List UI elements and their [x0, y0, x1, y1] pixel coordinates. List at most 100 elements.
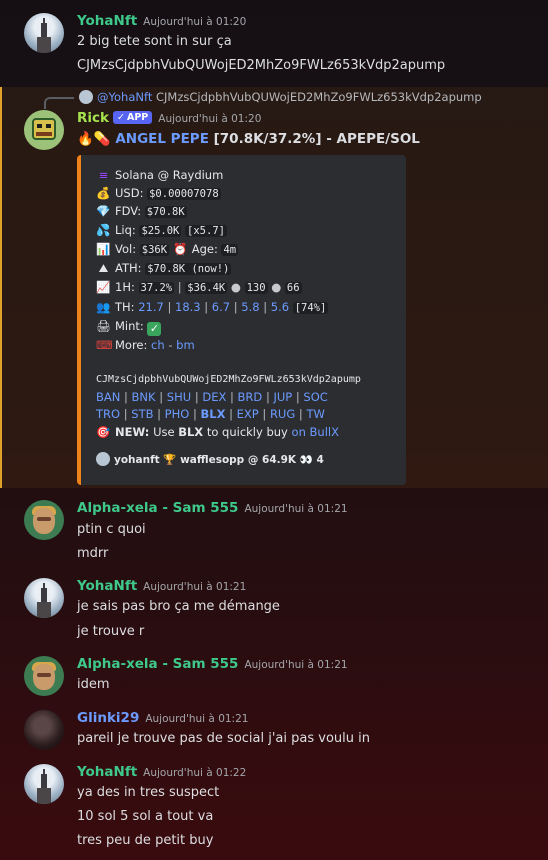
link-pho[interactable]: PHO	[165, 407, 190, 421]
th-link[interactable]: 5.6	[271, 300, 289, 314]
link-shu[interactable]: SHU	[167, 390, 191, 404]
link-bnk[interactable]: BNK	[132, 390, 156, 404]
token-summary: [70.8K/37.2%] - APEPE/SOL	[208, 131, 420, 147]
droplets-icon: 💦	[96, 223, 111, 237]
link-tro[interactable]: TRO	[96, 407, 120, 421]
age-value: 4m	[221, 244, 239, 256]
fire-pill-emoji: 🔥💊	[77, 131, 111, 147]
link-exp[interactable]: EXP	[237, 407, 259, 421]
username-text[interactable]: YohaNft	[77, 578, 137, 594]
timestamp: Aujourd'hui à 01:21	[244, 659, 348, 671]
new-label: NEW:	[115, 425, 150, 439]
link-rug[interactable]: RUG	[270, 407, 295, 421]
avatar[interactable]	[24, 500, 64, 540]
reply-mention[interactable]: @YohaNft	[97, 90, 152, 104]
app-badge-label: APP	[126, 112, 149, 123]
message-text: mdrr	[77, 546, 109, 561]
username[interactable]: YohaNft Aujourd'hui à 01:22	[77, 764, 246, 780]
avatar[interactable]	[24, 110, 64, 150]
more-line: ⌨ More: ch - bm	[96, 338, 195, 352]
money-bag-icon: 💰	[96, 186, 111, 200]
mountain-icon: ⛰	[98, 261, 109, 275]
ath-value: $70.8K (now!)	[145, 263, 232, 275]
bot-username[interactable]: Rick ✓ APP Aujourd'hui à 01:20	[77, 110, 261, 126]
link-dex[interactable]: DEX	[202, 390, 226, 404]
avatar[interactable]	[24, 578, 64, 618]
liq-line: 💦 Liq: $25.0K [x5.7]	[96, 223, 227, 237]
buy-coin-icon: ●	[230, 280, 241, 294]
mint-line: 🖨 Mint: ✓	[96, 319, 162, 336]
more-link-ch[interactable]: ch	[151, 338, 165, 352]
gem-icon: 💎	[96, 204, 111, 218]
token-embed: ≡ Solana @ Raydium 💰 USD: $0.00007078 💎 FDV…	[77, 155, 406, 485]
message-text: CJMzsCjdpbhVubQUWojED2MhZo9FWLz653kVdp2a…	[77, 58, 446, 73]
chain-text: Solana @ Raydium	[115, 168, 224, 182]
link-stb[interactable]: STB	[131, 407, 153, 421]
vol-line: 📊 Vol: $36K ⏰ Age: 4m	[96, 242, 239, 256]
reply-preview[interactable]: @YohaNft CJMzsCjdpbhVubQUWojED2MhZo9FWLz…	[97, 90, 482, 104]
new-text-b: to quickly buy	[206, 425, 288, 439]
eyes-icon: 👀	[299, 454, 313, 466]
liq-value: $25.0K	[139, 225, 182, 237]
username[interactable]: Glinki29 Aujourd'hui à 01:21	[77, 710, 248, 726]
links-row-2: TRO | STB | PHO | BLX | EXP | RUG | TW	[96, 407, 325, 421]
app-badge: ✓ APP	[113, 111, 153, 124]
username-text[interactable]: Alpha-xela - Sam 555	[77, 656, 238, 672]
username-text[interactable]: YohaNft	[77, 13, 137, 29]
trend-up-icon: 📈	[96, 280, 111, 294]
avatar[interactable]	[24, 13, 64, 53]
mint-label: Mint:	[115, 319, 144, 333]
link-tw[interactable]: TW	[306, 407, 324, 421]
username-text[interactable]: Glinki29	[77, 710, 139, 726]
more-link-bm[interactable]: bm	[176, 338, 195, 352]
footer-text: wafflesopp @ 64.9K	[180, 454, 297, 466]
token-link[interactable]: ANGEL PEPE	[115, 131, 209, 147]
target-icon: 🎯	[96, 425, 111, 439]
th-link[interactable]: 6.7	[212, 300, 230, 314]
link-ban[interactable]: BAN	[96, 390, 120, 404]
message-text: 2 big tete sont in sur ça	[77, 34, 232, 49]
usd-label: USD:	[115, 186, 144, 200]
message-text: idem	[77, 677, 110, 692]
th-link[interactable]: 18.3	[175, 300, 201, 314]
username[interactable]: Alpha-xela - Sam 555 Aujourd'hui à 01:21	[77, 656, 348, 672]
liq-label: Liq:	[115, 223, 136, 237]
th-link[interactable]: 21.7	[138, 300, 164, 314]
th-label: TH:	[115, 300, 135, 314]
reply-avatar[interactable]	[79, 90, 93, 104]
avatar[interactable]	[24, 656, 64, 696]
username-text[interactable]: YohaNft	[77, 764, 137, 780]
link-blx[interactable]: BLX	[201, 407, 226, 421]
link-brd[interactable]: BRD	[238, 390, 263, 404]
username-text[interactable]: Alpha-xela - Sam 555	[77, 500, 238, 516]
avatar[interactable]	[24, 764, 64, 804]
chain-line: ≡ Solana @ Raydium	[96, 168, 224, 182]
verified-check-icon: ✓	[117, 112, 125, 123]
solana-icon: ≡	[98, 168, 109, 182]
username[interactable]: Alpha-xela - Sam 555 Aujourd'hui à 01:21	[77, 500, 348, 516]
username[interactable]: YohaNft Aujourd'hui à 01:21	[77, 578, 246, 594]
reply-snippet: CJMzsCjdpbhVubQUWojED2MhZo9FWLz653kVdp2a…	[155, 90, 482, 104]
clock-icon: ⏰	[173, 242, 188, 256]
fdv-line: 💎 FDV: $70.8K	[96, 204, 187, 218]
link-soc[interactable]: SOC	[303, 390, 327, 404]
th-link[interactable]: 5.8	[241, 300, 259, 314]
keyboard-icon: ⌨	[96, 338, 113, 352]
username[interactable]: YohaNft Aujourd'hui à 01:20	[77, 13, 246, 29]
h1-percent: 37.2%	[138, 282, 175, 294]
timestamp: Aujourd'hui à 01:21	[145, 713, 249, 725]
message-text: tres peu de petit buy	[77, 833, 214, 848]
trophy-icon: 🏆	[163, 454, 177, 466]
username-text[interactable]: Rick	[77, 110, 109, 126]
footer-avatar	[96, 452, 110, 466]
usd-line: 💰 USD: $0.00007078	[96, 186, 221, 200]
bullx-link[interactable]: on BullX	[292, 425, 339, 439]
h1-line: 📈 1H: 37.2% | $36.4K ● 130 ● 66	[96, 280, 302, 294]
reply-spine	[44, 97, 74, 109]
avatar[interactable]	[24, 710, 64, 750]
link-jup[interactable]: JUP	[273, 390, 292, 404]
contract-address[interactable]: CJMzsCjdpbhVubQUWojED2MhZo9FWLz653kVdp2a…	[96, 374, 361, 385]
fdv-value: $70.8K	[144, 206, 187, 218]
bot-title: 🔥💊 ANGEL PEPE [70.8K/37.2%] - APEPE/SOL	[77, 131, 420, 147]
ath-line: ⛰ ATH: $70.8K (now!)	[96, 261, 232, 276]
